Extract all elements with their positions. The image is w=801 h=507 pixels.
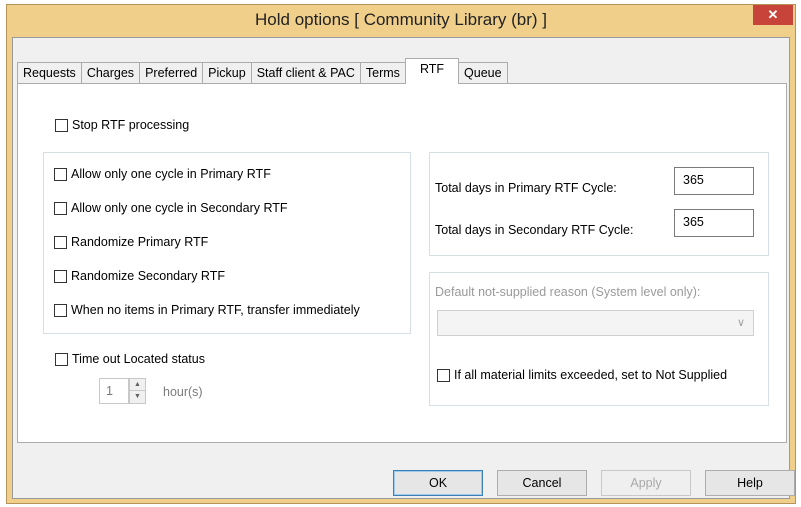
rtf-options-group: Allow only one cycle in Primary RTF Allo…: [43, 152, 411, 334]
spin-down-icon[interactable]: ▼: [130, 391, 145, 403]
material-limits-checkbox[interactable]: [437, 368, 450, 382]
stop-rtf-processing-checkbox[interactable]: [55, 118, 68, 132]
tab-preferred[interactable]: Preferred: [139, 62, 204, 84]
spin-up-icon[interactable]: ▲: [130, 379, 145, 391]
close-icon: ✕: [767, 7, 779, 22]
close-button[interactable]: ✕: [753, 5, 793, 25]
rtf-cycle-days-group: Total days in Primary RTF Cycle: 365 Tot…: [429, 152, 769, 256]
randomize-secondary-option[interactable]: Randomize Secondary RTF: [54, 269, 225, 283]
primary-days-label: Total days in Primary RTF Cycle:: [435, 181, 617, 195]
randomize-secondary-checkbox[interactable]: [54, 269, 67, 283]
secondary-days-label: Total days in Secondary RTF Cycle:: [435, 223, 634, 237]
one-cycle-primary-label: Allow only one cycle in Primary RTF: [71, 167, 271, 181]
tab-staff-client-pac[interactable]: Staff client & PAC: [250, 62, 361, 84]
stop-rtf-processing-option[interactable]: Stop RTF processing: [55, 118, 189, 132]
one-cycle-secondary-checkbox[interactable]: [54, 201, 67, 215]
one-cycle-primary-option[interactable]: Allow only one cycle in Primary RTF: [54, 167, 271, 181]
not-supplied-group: Default not-supplied reason (System leve…: [429, 272, 769, 406]
not-supplied-reason-select[interactable]: ∨: [437, 310, 754, 336]
tab-pickup[interactable]: Pickup: [202, 62, 252, 84]
material-limits-label: If all material limits exceeded, set to …: [454, 368, 728, 382]
title-bar[interactable]: Hold options [ Community Library (br) ] …: [7, 5, 795, 37]
one-cycle-primary-checkbox[interactable]: [54, 167, 67, 181]
timeout-located-option[interactable]: Time out Located status: [55, 352, 205, 366]
randomize-primary-label: Randomize Primary RTF: [71, 235, 209, 249]
timeout-located-checkbox[interactable]: [55, 352, 68, 366]
tab-strip: Requests Charges Preferred Pickup Staff …: [17, 58, 508, 84]
hold-options-dialog: Hold options [ Community Library (br) ] …: [6, 4, 796, 504]
tab-charges[interactable]: Charges: [80, 62, 141, 84]
secondary-days-input[interactable]: 365: [674, 209, 754, 237]
stop-rtf-processing-label: Stop RTF processing: [72, 118, 190, 132]
randomize-secondary-label: Randomize Secondary RTF: [71, 269, 226, 283]
timeout-hours-spinner[interactable]: ▲ ▼: [129, 378, 146, 404]
primary-days-input[interactable]: 365: [674, 167, 754, 195]
help-button[interactable]: Help: [705, 470, 795, 496]
ok-button[interactable]: OK: [393, 470, 483, 496]
not-supplied-reason-label: Default not-supplied reason (System leve…: [435, 285, 701, 299]
timeout-unit-label: hour(s): [163, 385, 203, 399]
one-cycle-secondary-option[interactable]: Allow only one cycle in Secondary RTF: [54, 201, 288, 215]
tab-terms[interactable]: Terms: [359, 62, 406, 84]
timeout-hours-input[interactable]: 1: [99, 378, 129, 404]
transfer-immediately-label: When no items in Primary RTF, transfer i…: [71, 303, 360, 317]
transfer-immediately-option[interactable]: When no items in Primary RTF, transfer i…: [54, 303, 360, 317]
tab-requests[interactable]: Requests: [17, 62, 82, 84]
chevron-down-icon: ∨: [736, 317, 745, 329]
material-limits-option[interactable]: If all material limits exceeded, set to …: [437, 368, 727, 382]
tab-queue[interactable]: Queue: [458, 62, 508, 84]
dialog-client-area: Requests Charges Preferred Pickup Staff …: [12, 37, 795, 499]
one-cycle-secondary-label: Allow only one cycle in Secondary RTF: [71, 201, 288, 215]
window-title: Hold options [ Community Library (br) ]: [255, 10, 547, 29]
apply-button[interactable]: Apply: [601, 470, 691, 496]
cancel-button[interactable]: Cancel: [497, 470, 587, 496]
tab-rtf[interactable]: RTF: [404, 58, 460, 84]
randomize-primary-checkbox[interactable]: [54, 235, 67, 249]
transfer-immediately-checkbox[interactable]: [54, 303, 67, 317]
randomize-primary-option[interactable]: Randomize Primary RTF: [54, 235, 208, 249]
timeout-located-label: Time out Located status: [72, 352, 205, 366]
